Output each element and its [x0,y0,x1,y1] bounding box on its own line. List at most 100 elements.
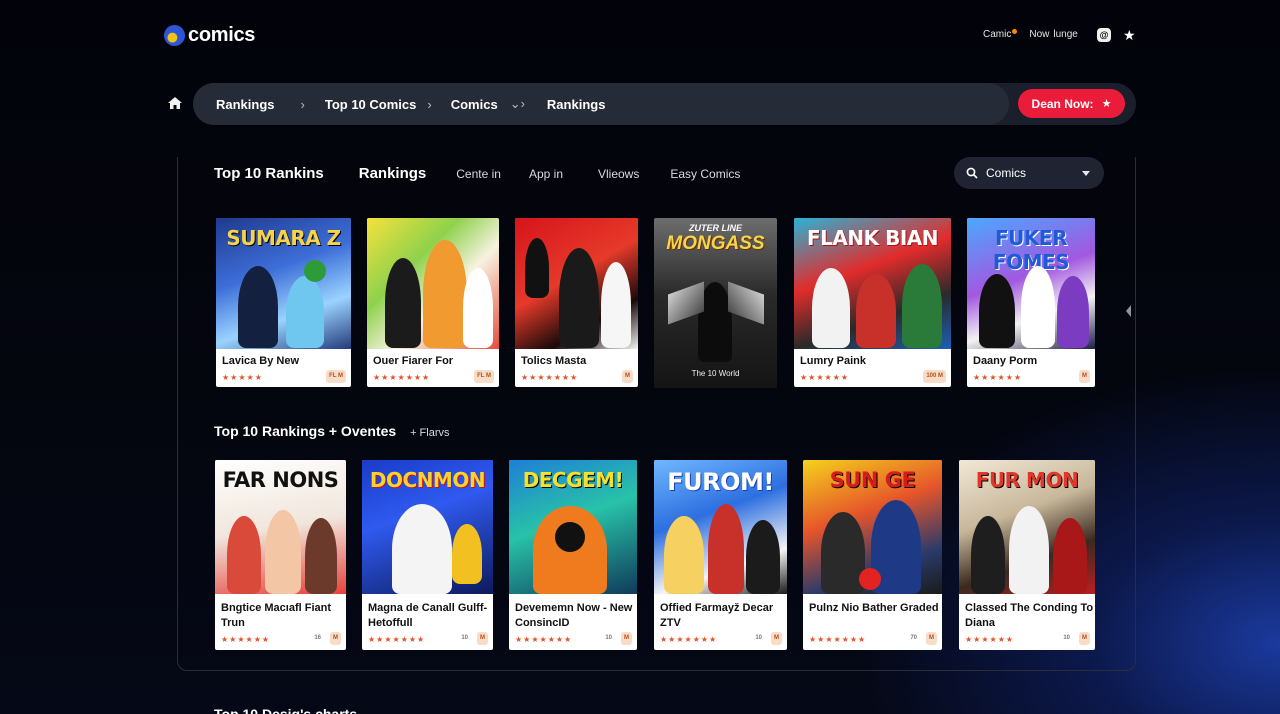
rating-stars: ★★★★★ [222,373,263,382]
notification-dot-icon [1012,29,1018,34]
comic-title: Devememn Now - New ConsincID [515,602,633,629]
comic-card-featured[interactable]: ZUTER LINE MONGASS The 10 World [654,218,777,388]
tab-cente-in[interactable]: Cente in [456,167,501,181]
chevron-right-icon: › [427,96,432,112]
breadcrumb-item-rankings-current[interactable]: Rankings [547,97,606,112]
brand-name: comics [188,24,256,46]
comic-title: Tolics Masta [521,355,587,367]
category-select[interactable]: Comics [954,157,1104,189]
tab-vlieows[interactable]: Vlieows [598,167,639,181]
rating-stars: ★★★★★★ [221,635,271,644]
rating-badge: FL M [326,370,346,383]
logo-icon [164,25,185,46]
comic-title: Pulnz Nio Bather Graded [809,602,939,614]
brand-logo[interactable]: comics [164,24,255,47]
rating-count: 16 [314,635,321,641]
breadcrumb-item-comics[interactable]: Comics [451,97,498,112]
comic-card[interactable]: SUN GE Pulnz Nio Bather Graded ★★★★★★★ 7… [803,460,942,650]
comic-cover [367,218,499,349]
rating-stars: ★★★★★★ [965,635,1015,644]
rating-badge: M [1079,632,1090,645]
comic-card[interactable]: FUR MON Classed The Conding To Diana ★★★… [959,460,1095,650]
cover-title: FUKER FOMES [992,226,1070,274]
carousel-prev-arrow-icon[interactable] [1126,305,1131,317]
account-icon[interactable]: @ [1097,28,1111,42]
comic-cover: FUR MON [959,460,1095,594]
cover-title: FUR MON [975,468,1079,492]
rating-stars: ★★★★★★★ [515,635,573,644]
section-title: Top 10 Rankings + Oventes [214,423,397,439]
rating-badge: M [622,370,633,383]
search-icon [966,167,978,179]
cover-kicker: ZUTER LINE [689,223,742,233]
comic-card[interactable]: Ouer Fiarer For ★★★★★★★ FL M [367,218,499,387]
top-nav-link-camic[interactable]: Camic [983,29,1018,40]
comic-title: Ouer Fiarer For [373,355,454,367]
rating-badge: M [330,632,341,645]
comic-title: Lavica By New [222,355,300,367]
cover-caption: The 10 World [691,369,740,378]
rating-stars: ★★★★★★★ [809,635,867,644]
cover-title: SUMARA Z [226,226,341,250]
tab-rankings[interactable]: Rankings [359,165,427,182]
section-title-charts: Top 10 Desig's charts [214,706,358,714]
dean-now-label: Dean Now: [1031,96,1094,111]
breadcrumb: Rankings › Top 10 Comics › Comics ⌄› Ran… [216,96,605,112]
comic-title: Classed The Conding To Diana [965,602,1094,629]
comic-cover: DOCNMON [362,460,493,594]
top-icons: @ ★ [1097,28,1136,42]
comic-card[interactable]: FUKER FOMES Daany Porm ★★★★★★ M [967,218,1095,387]
rating-badge: M [477,632,488,645]
dean-now-button[interactable]: Dean Now: ★ [1018,89,1125,118]
comic-card[interactable]: FUROM! Offied Farmayž Decar ZTV ★★★★★★★ … [654,460,787,650]
comic-card[interactable]: DOCNMON Magna de Canall Gulff- Hetoffull… [362,460,493,650]
rating-badge: M [621,632,632,645]
comic-cover: FUKER FOMES [967,218,1095,349]
cover-title: SUN GE [829,468,916,492]
comic-cover: FUROM! [654,460,787,594]
top-nav-link-now[interactable]: Now [1029,29,1049,40]
rating-stars: ★★★★★★★ [521,373,579,382]
breadcrumb-item-rankings[interactable]: Rankings [216,97,275,112]
comic-card[interactable]: SUMARA Z Lavica By New ★★★★★ FL M [216,218,351,387]
star-icon: ★ [1101,98,1112,110]
tab-app-in[interactable]: App in [529,167,563,181]
chevron-down-icon [1082,171,1090,176]
comic-cover: FAR NONS [215,460,346,594]
tab-top-10-rankins[interactable]: Top 10 Rankins [214,165,324,182]
comic-cover: SUMARA Z [216,218,351,349]
rating-count: 10 [1063,635,1070,641]
comic-card[interactable]: FAR NONS Bngtice Macıafl Fiant Trun ★★★★… [215,460,346,650]
rating-stars: ★★★★★★ [800,373,850,382]
home-icon[interactable] [167,96,183,110]
comic-card[interactable]: FLANK BIAN Lumry Paink ★★★★★★ 100 M [794,218,951,387]
tab-easy-comics[interactable]: Easy Comics [670,167,740,181]
rating-count: 10 [755,635,762,641]
breadcrumb-item-top10[interactable]: Top 10 Comics [325,97,417,112]
cover-title: FLANK BIAN [807,226,939,250]
comic-title: Bngtice Macıafl Fiant Trun [221,602,332,629]
chevron-right-icon: ⌄› [509,96,525,111]
rating-badge: M [926,632,937,645]
comic-title: Magna de Canall Gulff- Hetoffull [368,602,488,629]
section-filter-link[interactable]: + Flarvs [410,427,449,439]
rating-stars: ★★★★★★★ [660,635,718,644]
rating-count: 10 [461,635,468,641]
favorites-star-icon[interactable]: ★ [1123,28,1136,42]
cover-title: DECGEM! [522,468,624,492]
comic-title: Lumry Paink [800,355,867,367]
rating-count: 70 [910,635,917,641]
rating-badge: M [771,632,782,645]
top-nav-link-lunge[interactable]: lunge [1053,29,1077,40]
rating-stars: ★★★★★★★ [373,373,431,382]
rating-stars: ★★★★★★ [973,373,1023,382]
top-nav: Camic Now lunge [983,29,1078,40]
cover-title: FUROM! [667,468,774,496]
comic-card[interactable]: Tolics Masta ★★★★★★★ M [515,218,638,387]
comic-cover: DECGEM! [509,460,637,594]
comic-title: Daany Porm [973,355,1038,367]
comic-title: Offied Farmayž Decar ZTV [660,602,774,629]
comic-card[interactable]: DECGEM! Devememn Now - New ConsincID ★★★… [509,460,637,650]
comic-cover: SUN GE [803,460,942,594]
comic-cover: FLANK BIAN [794,218,951,349]
